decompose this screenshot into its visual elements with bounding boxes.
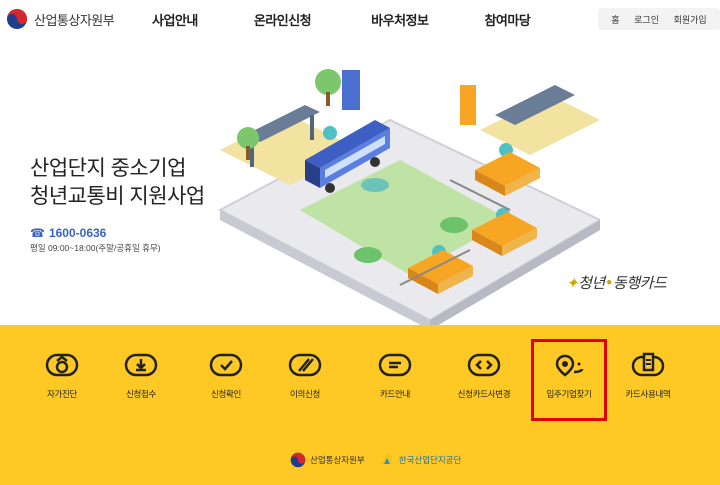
footer-ministry-logo[interactable]: 산업통상자원부 <box>290 452 365 468</box>
phone-icon: ☎ <box>30 226 45 240</box>
footer-ministry-text: 산업통상자원부 <box>310 455 365 465</box>
footer-kicox-logo[interactable]: 한국산업단지공단 <box>379 452 462 468</box>
footer-kicox-text: 한국산업단지공단 <box>398 455 462 465</box>
nav-voucher-info[interactable]: 바우처정보 <box>371 10 429 29</box>
card-brand-logo: ✦청년•동행카드 <box>566 272 667 293</box>
menu-usage-history[interactable]: 카드사용내역 <box>606 336 690 402</box>
phone-number: 1600-0636 <box>48 226 107 240</box>
highlight-box <box>531 339 607 421</box>
menu-label: 카드사용내역 <box>625 389 671 399</box>
hero-title: 산업단지 중소기업 청년교통비 지원사업 <box>30 155 205 211</box>
taegeuk-icon <box>7 9 27 29</box>
main-nav: 사업안내 온라인신청 바우처정보 참여마당 <box>152 10 531 29</box>
menu-confirm[interactable]: 신청확인 <box>184 336 268 402</box>
menu-label: 이의신청 <box>289 389 321 399</box>
self-check-icon <box>45 353 79 377</box>
menu-objection[interactable]: 이의신청 <box>263 336 347 402</box>
menu-card-change[interactable]: 신청카드사변경 <box>442 336 526 402</box>
usage-history-icon <box>631 352 665 377</box>
menu-label: 신청확인 <box>210 389 242 399</box>
menu-label: 신청접수 <box>125 389 157 399</box>
menu-self-check[interactable]: 자가진단 <box>20 336 104 402</box>
util-menu: 홈 로그인 회원가입 <box>598 8 720 30</box>
download-icon <box>124 353 158 377</box>
card-brand-a: 청년 <box>578 274 605 292</box>
nav-participation[interactable]: 참여마당 <box>484 10 530 29</box>
kicox-mark-icon <box>380 454 393 464</box>
hero-title-line1: 산업단지 중소기업 <box>30 157 186 180</box>
dot-icon: • <box>604 274 614 292</box>
menu-label: 자가진단 <box>46 389 78 399</box>
taegeuk-icon <box>290 452 306 468</box>
nav-online-apply[interactable]: 온라인신청 <box>254 10 312 29</box>
operating-hours: 평일 09:00~18:00(주말/공휴일 휴무) <box>30 243 161 253</box>
home-link[interactable]: 홈 <box>611 13 619 26</box>
hero-title-line2: 청년교통비 지원사업 <box>30 185 205 208</box>
objection-icon <box>288 353 322 377</box>
footer-logos: 산업통상자원부 한국산업단지공단 <box>290 452 461 468</box>
menu-apply[interactable]: 신청접수 <box>99 336 183 402</box>
card-change-icon <box>467 353 501 377</box>
menu-label: 카드안내 <box>379 389 411 399</box>
phone-contact: ☎ 1600-0636 <box>30 226 106 240</box>
header: 산업통상자원부 사업안내 온라인신청 바우처정보 참여마당 홈 로그인 회원가입 <box>0 0 720 38</box>
ministry-logo[interactable]: 산업통상자원부 <box>6 8 115 30</box>
card-brand-b: 동행카드 <box>613 274 667 292</box>
quick-menu: 자가진단 신청접수 신청확인 이의신청 카드안내 신청카드사변경 입주기업찾기 … <box>0 336 720 416</box>
login-link[interactable]: 로그인 <box>634 13 659 26</box>
card-guide-icon <box>378 353 412 377</box>
city-illustration <box>217 69 600 330</box>
signup-link[interactable]: 회원가입 <box>674 13 707 26</box>
nav-business-info[interactable]: 사업안내 <box>152 10 198 29</box>
sparkle-icon: ✦ <box>566 274 579 292</box>
menu-card-guide[interactable]: 카드안내 <box>353 336 437 402</box>
logo-text: 산업통상자원부 <box>34 12 115 28</box>
check-icon <box>209 353 243 377</box>
menu-label: 신청카드사변경 <box>457 389 511 399</box>
